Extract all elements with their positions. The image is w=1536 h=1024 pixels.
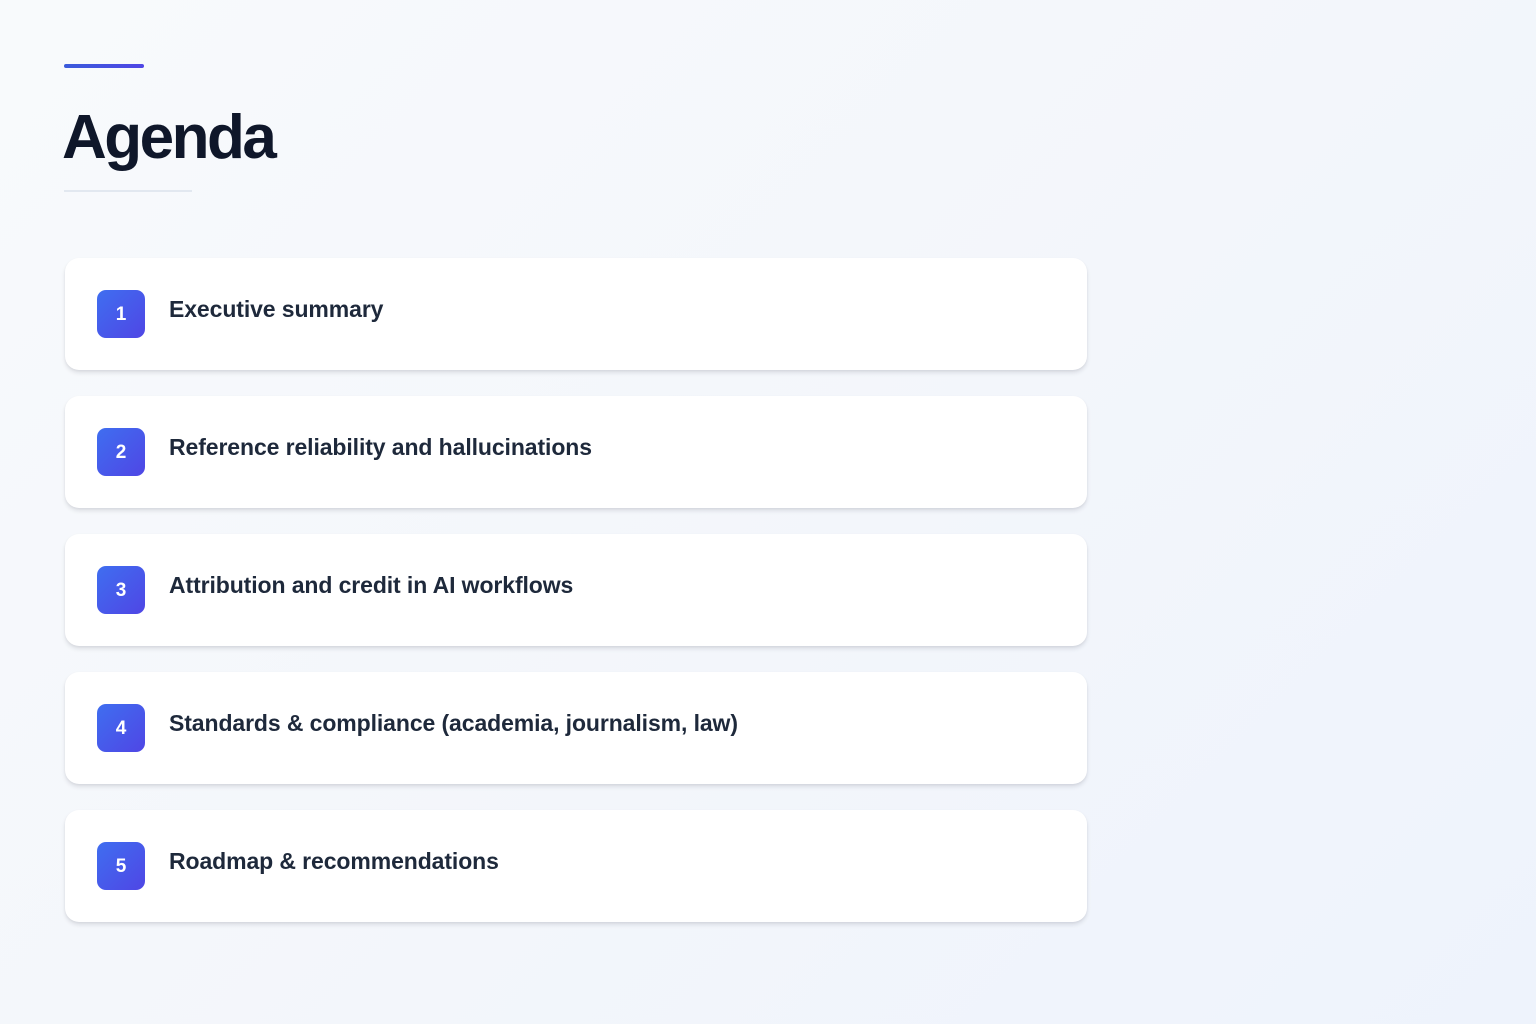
agenda-item-label: Attribution and credit in AI workflows — [169, 572, 574, 598]
agenda-item-label: Executive summary — [169, 296, 384, 322]
item-number-badge: 2 — [97, 428, 145, 476]
agenda-item-label: Standards & compliance (academia, journa… — [169, 710, 738, 736]
agenda-item-reference-reliability: 2 Reference reliability and hallucinatio… — [65, 396, 1087, 508]
agenda-item-label: Reference reliability and hallucinations — [169, 434, 592, 460]
title-divider — [64, 190, 192, 192]
agenda-slide: Agenda 1 Executive summary 2 Reference r… — [0, 0, 1536, 1024]
agenda-list: 1 Executive summary 2 Reference reliabil… — [65, 258, 1087, 948]
agenda-item-executive-summary: 1 Executive summary — [65, 258, 1087, 370]
title-accent-bar — [64, 64, 144, 68]
item-number-badge: 3 — [97, 566, 145, 614]
agenda-item-label: Roadmap & recommendations — [169, 848, 499, 874]
item-number-badge: 1 — [97, 290, 145, 338]
agenda-item-attribution-credit: 3 Attribution and credit in AI workflows — [65, 534, 1087, 646]
agenda-item-roadmap: 5 Roadmap & recommendations — [65, 810, 1087, 922]
item-number-badge: 4 — [97, 704, 145, 752]
item-number-badge: 5 — [97, 842, 145, 890]
page-title: Agenda — [62, 103, 277, 172]
agenda-item-standards-compliance: 4 Standards & compliance (academia, jour… — [65, 672, 1087, 784]
